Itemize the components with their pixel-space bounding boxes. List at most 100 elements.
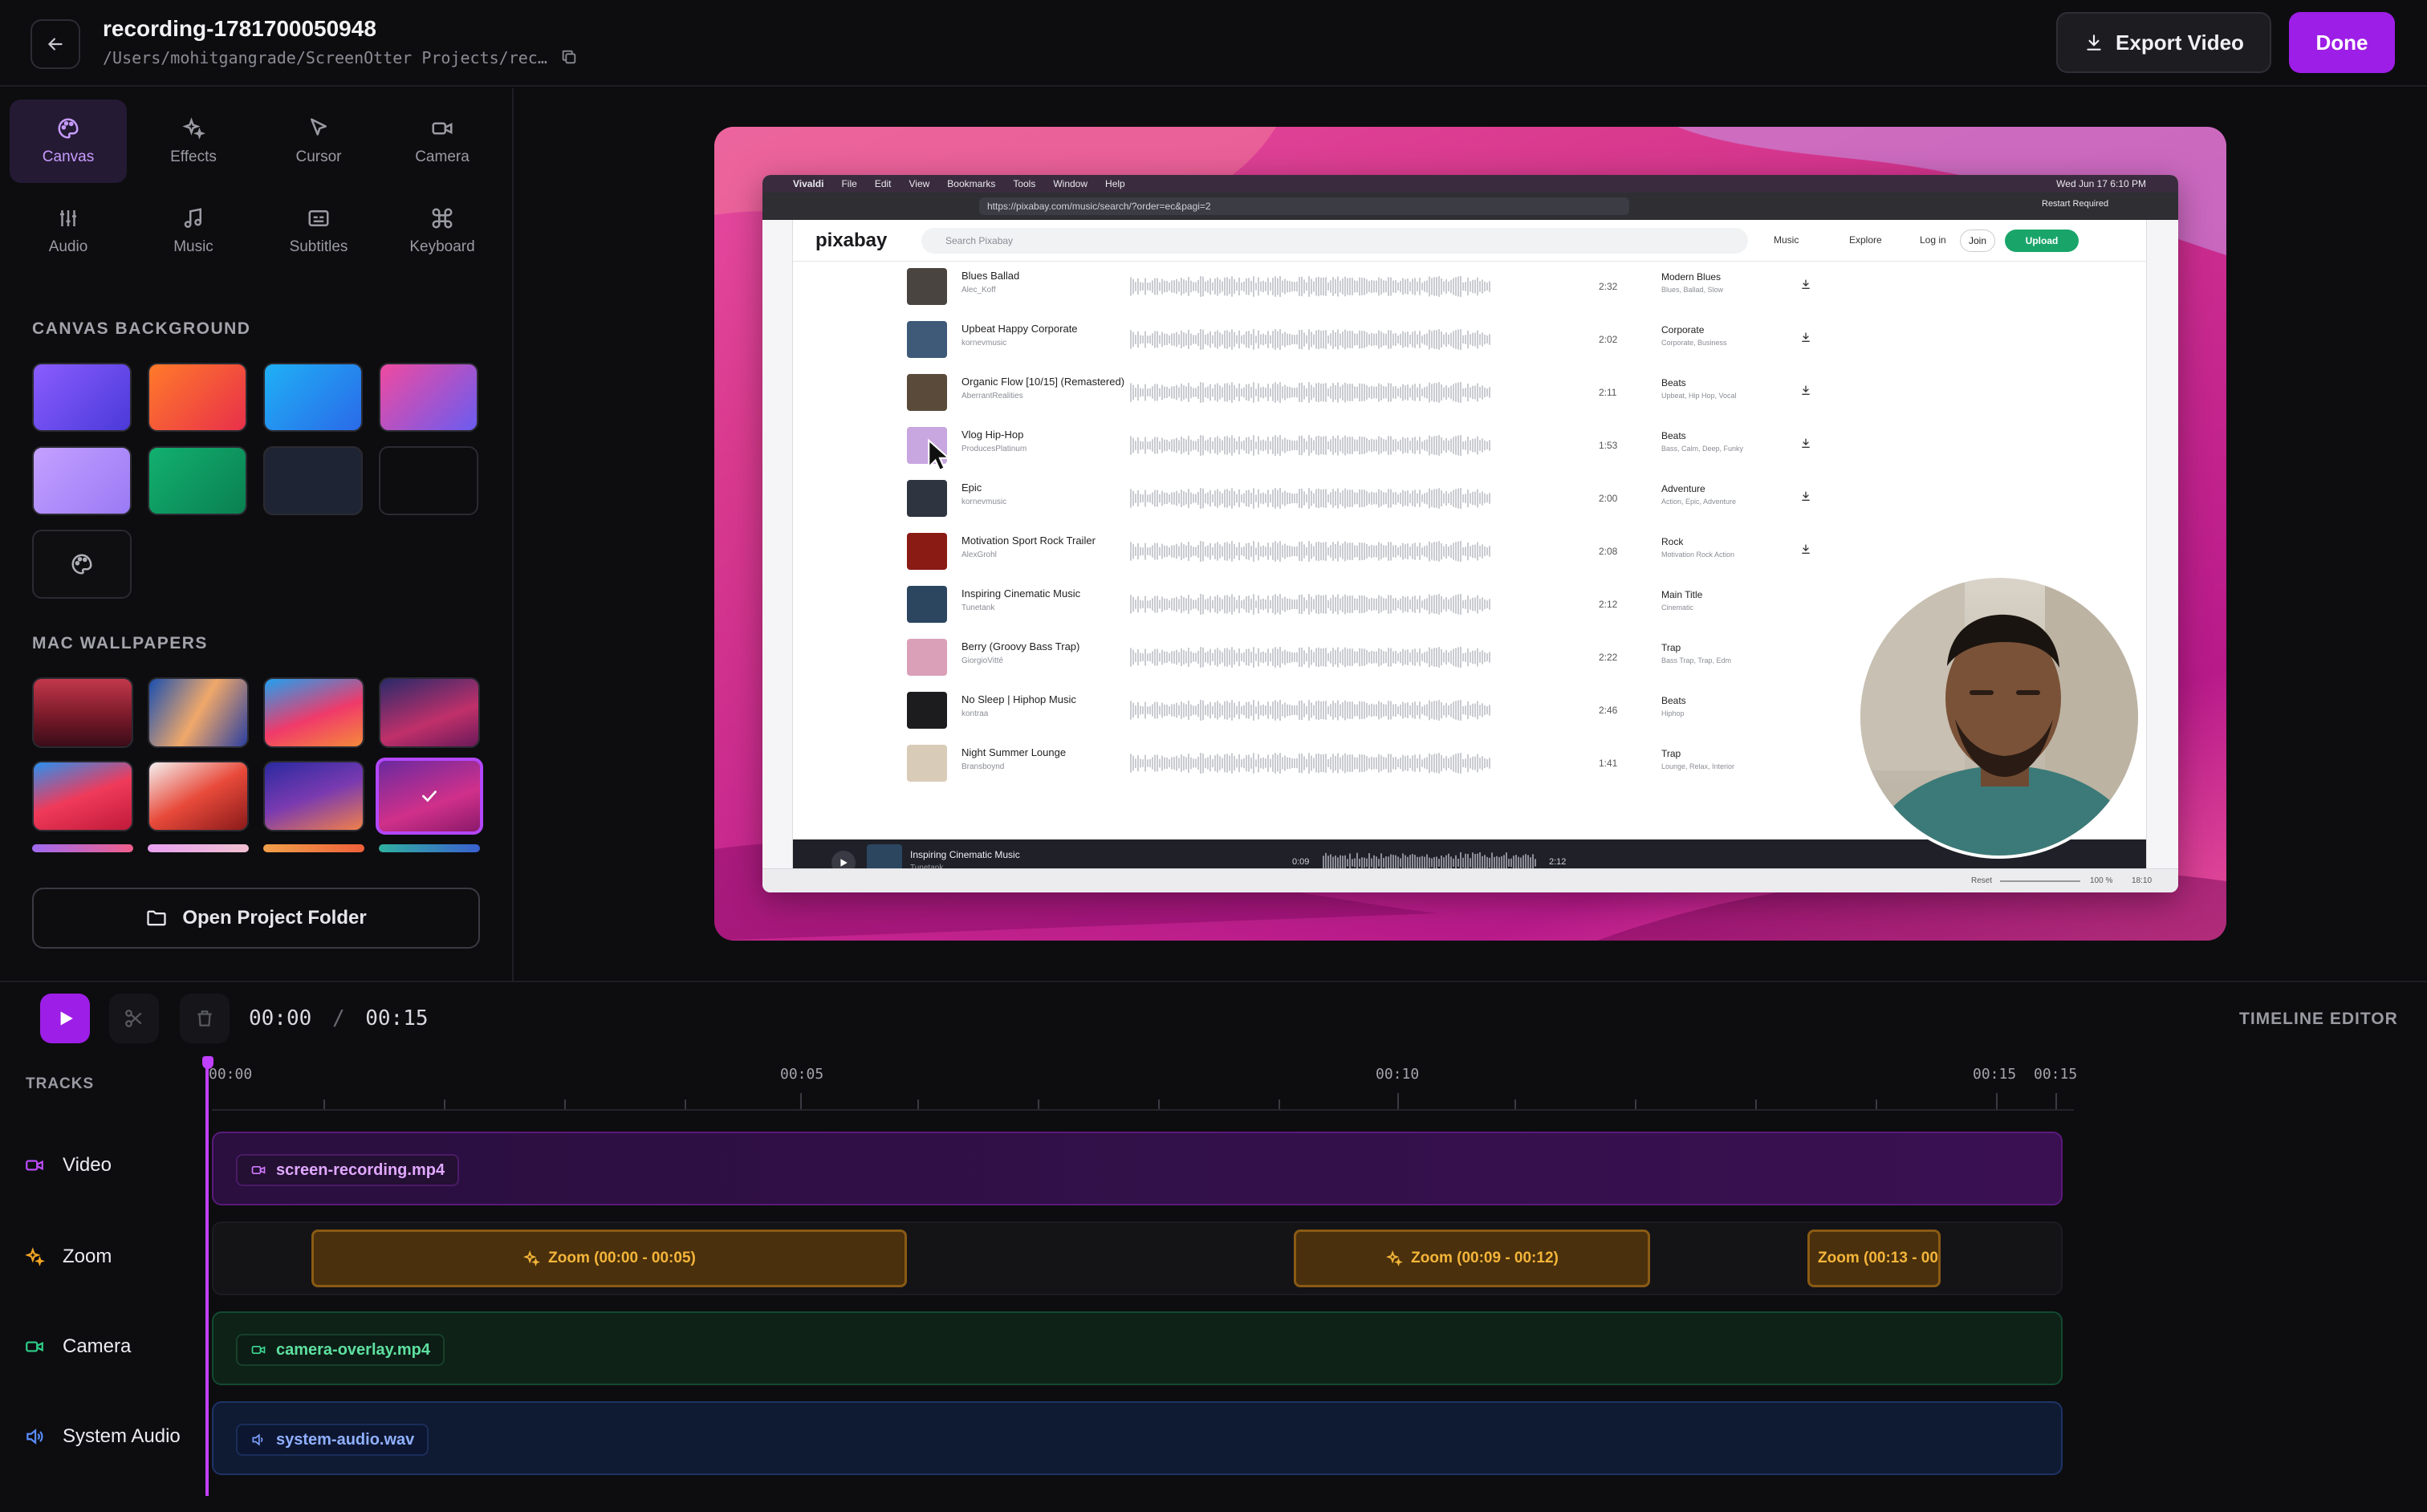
track-genre: Adventure <box>1661 483 1705 494</box>
mouse-cursor-icon <box>928 438 951 472</box>
player-total: 2:12 <box>1549 857 1567 867</box>
time-ruler[interactable] <box>212 1091 2074 1111</box>
track-waveform <box>1130 700 1491 721</box>
swatch-violet[interactable] <box>32 363 132 432</box>
track-thumbnail <box>907 480 947 517</box>
track-tags: Bass, Calm, Deep, Funky <box>1661 445 1744 453</box>
swatch-black[interactable] <box>379 446 478 515</box>
browser-sidebar <box>762 220 793 868</box>
delete-button[interactable] <box>180 994 230 1043</box>
track-row: Vlog Hip-Hop ProducesPlatinum 1:53 Beats… <box>793 421 2146 474</box>
tracks-heading: TRACKS <box>26 1075 95 1092</box>
track-name: Motivation Sport Rock Trailer <box>961 534 1096 547</box>
audio-track-lane[interactable]: system-audio.wav <box>212 1401 2063 1475</box>
wallpaper-thumbnail[interactable] <box>148 761 249 831</box>
browser-right-panel <box>2146 220 2178 868</box>
track-tags: Hiphop <box>1661 709 1685 717</box>
track-waveform <box>1130 488 1491 509</box>
wallpaper-thumbnail-selected[interactable] <box>376 758 483 835</box>
nav-upload: Upload <box>2005 230 2079 252</box>
wallpaper-thumbnail-partial[interactable] <box>379 844 480 852</box>
playhead[interactable] <box>205 1059 209 1496</box>
wallpaper-thumbnail[interactable] <box>148 677 249 748</box>
swatch-navy[interactable] <box>263 446 363 515</box>
tab-subtitles[interactable]: Subtitles <box>260 189 377 273</box>
wallpaper-thumbnail[interactable] <box>32 677 133 748</box>
video-track-lane[interactable]: screen-recording.mp4 <box>212 1132 2063 1205</box>
track-waveform <box>1130 276 1491 297</box>
playhead-handle[interactable] <box>202 1056 213 1069</box>
download-icon <box>1799 278 1812 291</box>
track-tags: Bass Trap, Trap, Edm <box>1661 656 1732 665</box>
wallpaper-thumbnail-partial[interactable] <box>263 844 364 852</box>
tab-label: Camera <box>415 148 470 165</box>
wallpaper-thumbnail[interactable] <box>263 677 364 748</box>
music-note-icon <box>184 208 201 228</box>
track-row: Blues Ballad Alec_Koff 2:32 Modern Blues… <box>793 262 2146 315</box>
zoom-clip[interactable]: Zoom (00:09 - 00:12) <box>1294 1230 1650 1287</box>
tab-effects[interactable]: Effects <box>135 100 252 183</box>
camera-track-lane[interactable]: camera-overlay.mp4 <box>212 1311 2063 1385</box>
video-icon <box>251 1166 266 1174</box>
nav-explore: Explore <box>1849 234 1882 246</box>
tab-label: Canvas <box>42 148 95 165</box>
tab-cursor[interactable]: Cursor <box>260 100 377 183</box>
copy-icon[interactable] <box>560 48 578 66</box>
track-label-text: Zoom <box>63 1246 112 1267</box>
camera-overlay-bubble <box>1857 575 2141 859</box>
track-artist: AlexGrohl <box>961 551 997 559</box>
track-waveform <box>1130 382 1491 403</box>
open-project-folder-button[interactable]: Open Project Folder <box>32 888 480 949</box>
track-row: Epic kornevmusic 2:00 Adventure Action, … <box>793 474 2146 526</box>
done-button[interactable]: Done <box>2289 12 2395 73</box>
track-artist: AberrantRealities <box>961 392 1023 400</box>
zoom-clip[interactable]: Zoom (00:00 - 00:05) <box>311 1230 907 1287</box>
tab-canvas[interactable]: Canvas <box>10 100 127 183</box>
swatch-blue[interactable] <box>263 363 363 432</box>
track-artist: Bransboynd <box>961 762 1005 771</box>
export-video-button[interactable]: Export Video <box>2056 12 2271 73</box>
audio-clip-name: system-audio.wav <box>276 1430 415 1449</box>
track-genre: Beats <box>1661 430 1686 441</box>
tab-label: Keyboard <box>409 238 475 255</box>
back-button[interactable] <box>30 19 80 69</box>
video-clip[interactable]: screen-recording.mp4 <box>236 1154 460 1186</box>
wallpaper-thumbnail[interactable] <box>263 761 364 831</box>
track-genre: Rock <box>1661 536 1684 547</box>
swatch-green[interactable] <box>148 446 247 515</box>
track-genre: Trap <box>1661 748 1681 759</box>
sparkles-icon <box>25 1247 45 1266</box>
track-label-text: Video <box>63 1154 112 1176</box>
download-icon <box>2087 35 2101 51</box>
arrow-left-icon <box>47 38 63 51</box>
zoom-clip[interactable]: Zoom (00:13 - 00:15) <box>1807 1230 1941 1287</box>
play-button[interactable] <box>40 994 90 1043</box>
download-icon <box>1799 331 1812 343</box>
wallpaper-thumbnail-partial[interactable] <box>32 844 133 852</box>
track-artist: Alec_Koff <box>961 286 996 295</box>
tab-audio[interactable]: Audio <box>10 189 127 273</box>
audio-clip[interactable]: system-audio.wav <box>236 1424 429 1456</box>
download-icon <box>1799 543 1812 555</box>
swatch-lavender[interactable] <box>32 446 132 515</box>
track-label-video: Video <box>24 1154 112 1177</box>
wallpaper-thumbnail[interactable] <box>379 677 480 748</box>
camera-clip[interactable]: camera-overlay.mp4 <box>236 1334 445 1366</box>
split-button[interactable] <box>109 994 159 1043</box>
tab-camera[interactable]: Camera <box>384 100 501 183</box>
custom-color-button[interactable] <box>32 530 132 599</box>
wallpaper-thumbnail[interactable] <box>32 761 133 831</box>
timeline-editor-label: TIMELINE EDITOR <box>2239 1010 2398 1028</box>
wallpaper-thumbnail-partial[interactable] <box>148 844 249 852</box>
tab-music[interactable]: Music <box>135 189 252 273</box>
tab-keyboard[interactable]: Keyboard <box>384 189 501 273</box>
open-project-folder-label: Open Project Folder <box>182 907 367 929</box>
swatch-orange[interactable] <box>148 363 247 432</box>
menu-item: File <box>841 178 857 189</box>
swatch-pink[interactable] <box>379 363 478 432</box>
menu-app-name: Vivaldi <box>793 178 824 189</box>
address-bar: https://pixabay.com/music/search/?order=… <box>979 197 1629 215</box>
nav-music: Music <box>1774 234 1799 246</box>
menu-item: View <box>909 178 930 189</box>
track-waveform <box>1130 435 1491 456</box>
